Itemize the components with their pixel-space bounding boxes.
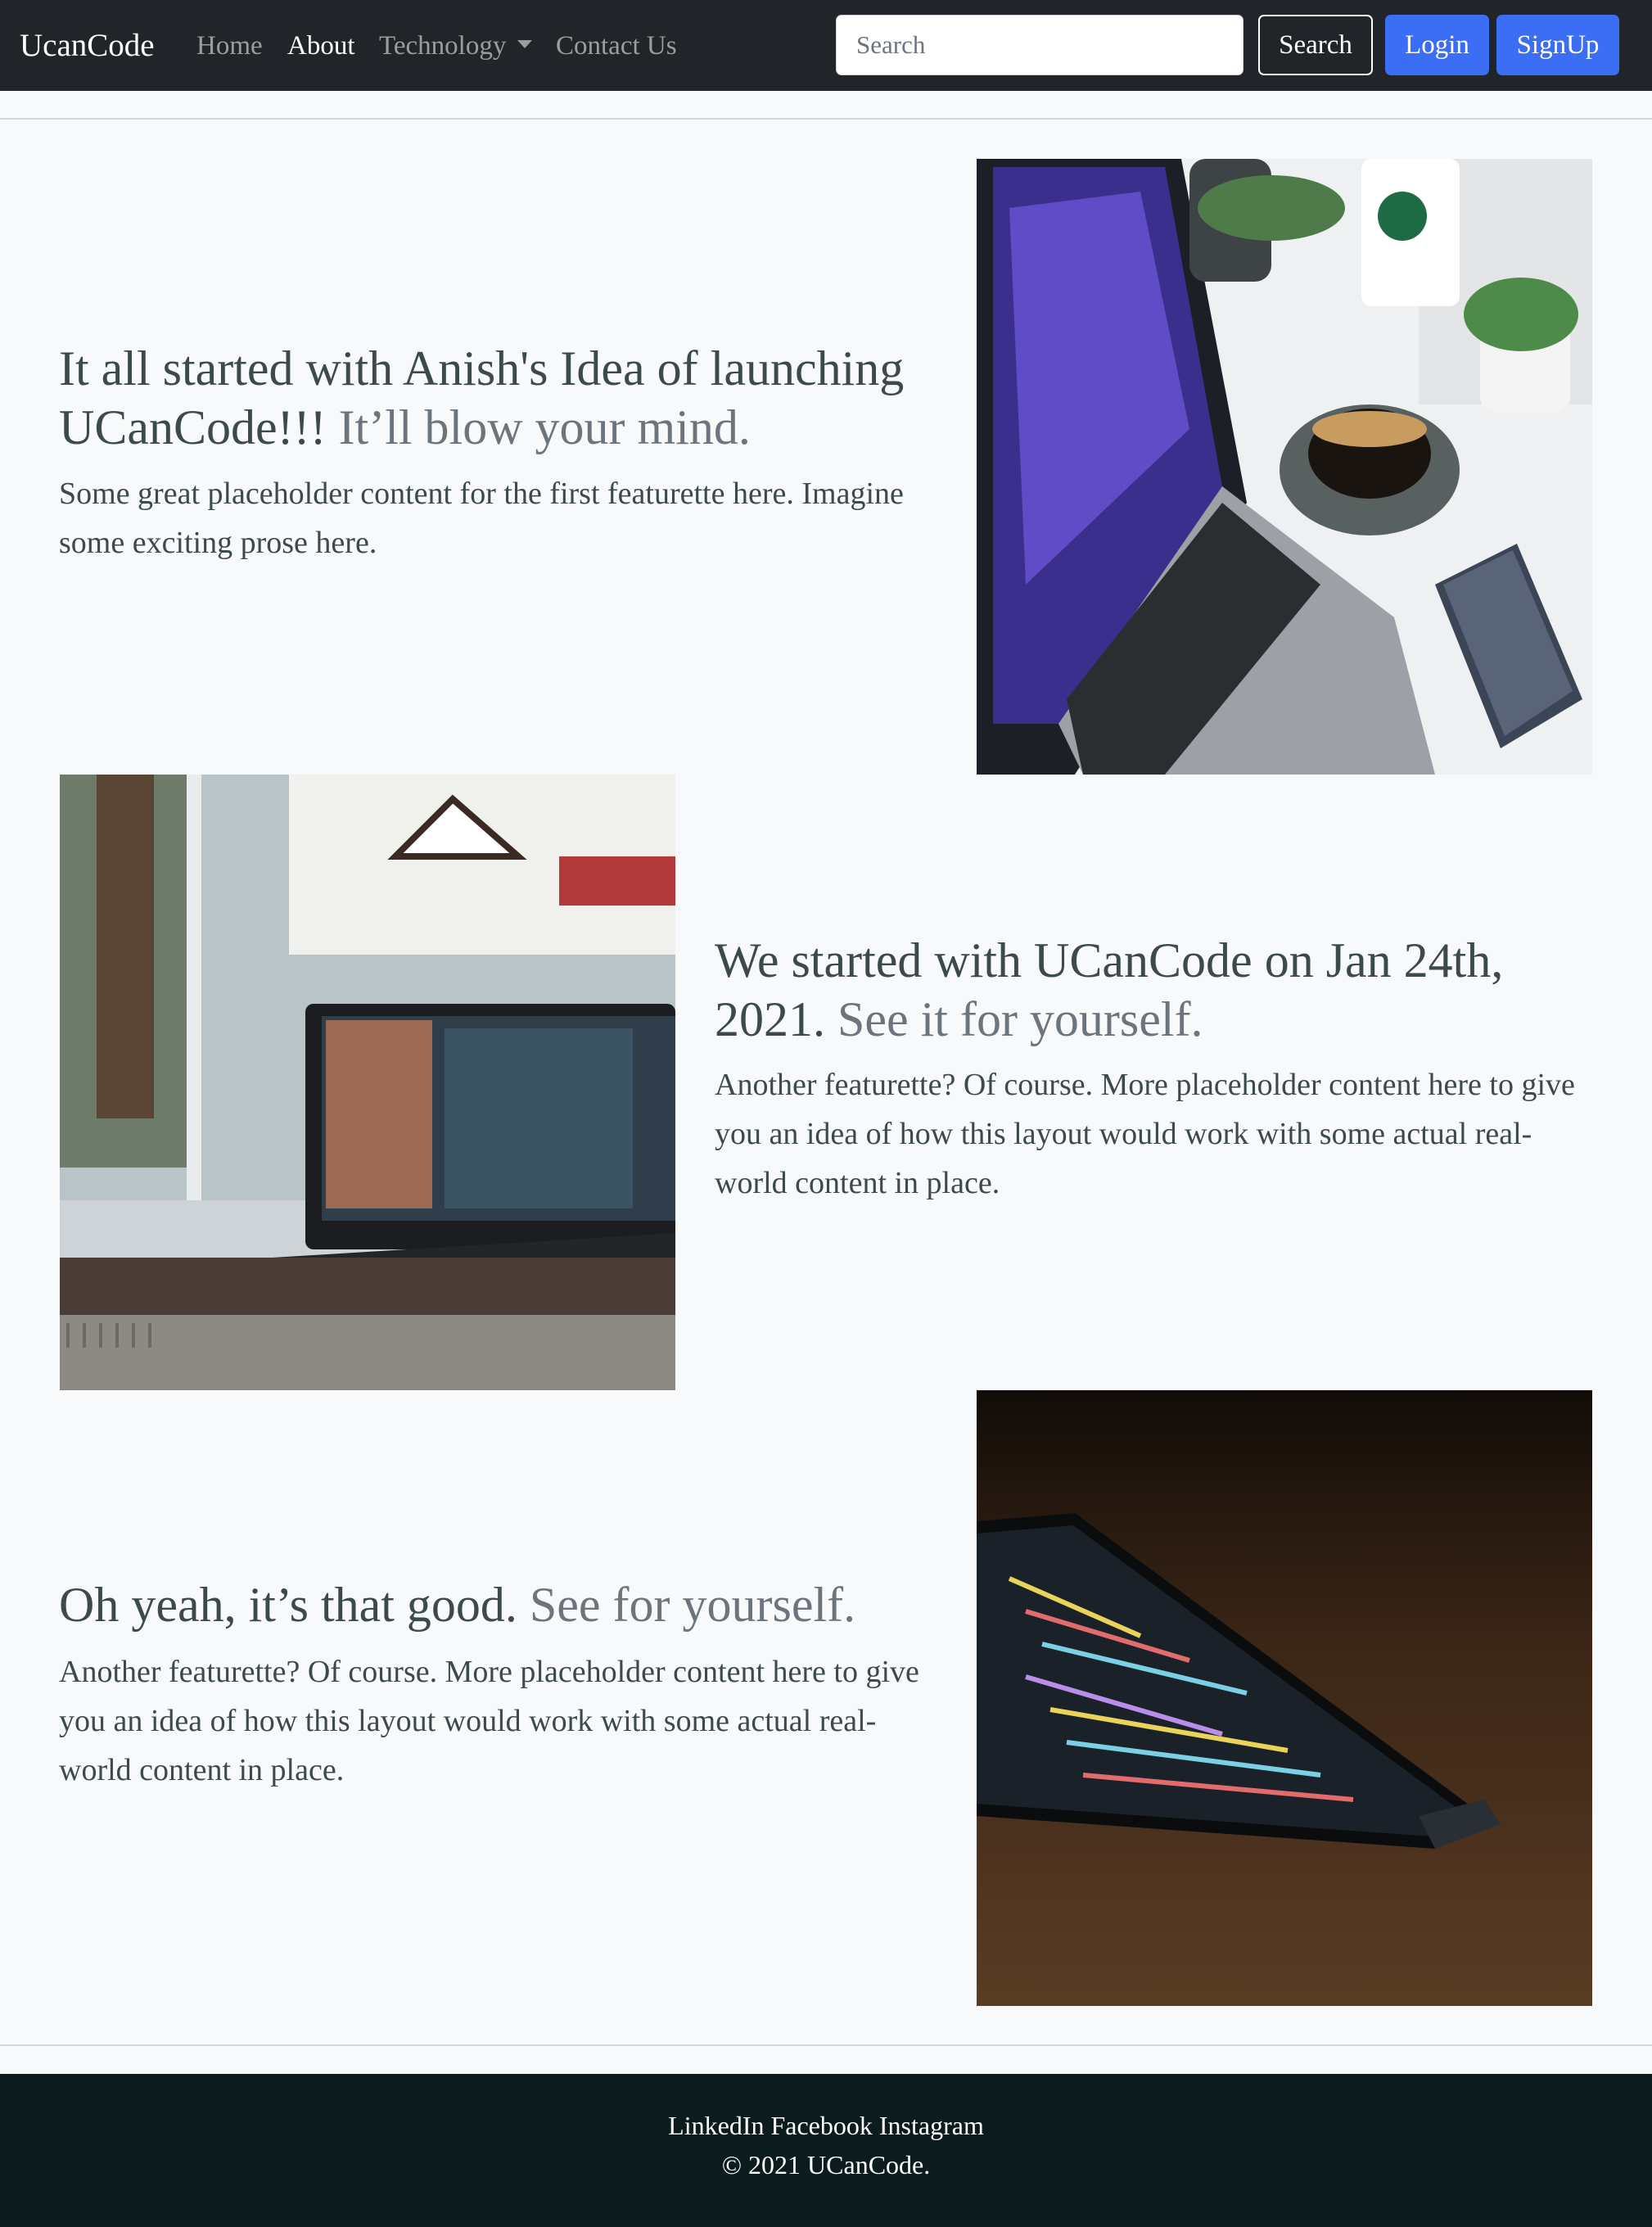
featurette-2-text: Another featurette? Of course. More plac… [715, 1068, 1575, 1200]
nav-home[interactable]: Home [196, 25, 263, 67]
nav-technology-label: Technology [379, 31, 507, 61]
social-links: LinkedIn Facebook Instagram [0, 2107, 1652, 2144]
login-button[interactable]: Login [1385, 15, 1489, 75]
featurette-3-title: Oh yeah, it’s that good. [59, 1578, 517, 1632]
nav-contact[interactable]: Contact Us [556, 25, 677, 67]
brand-logo[interactable]: UcanCode [20, 23, 155, 69]
featurette-1-subtitle: It’ll blow your mind. [338, 400, 751, 454]
caret-down-icon [517, 40, 533, 49]
divider [0, 2044, 1652, 2046]
search-input[interactable] [836, 15, 1244, 75]
featurette-3-text: Another featurette? Of course. More plac… [59, 1655, 919, 1787]
facebook-link[interactable]: Facebook [770, 2111, 872, 2140]
featurette-2-heading: We started with UCanCode on Jan 24th, 20… [715, 931, 1599, 1049]
footer: LinkedIn Facebook Instagram © 2021 UCanC… [0, 2074, 1652, 2227]
featurette-2-subtitle: See it for yourself. [837, 992, 1203, 1046]
featurette-2-image [60, 775, 675, 1390]
featurette-1-heading: It all started with Anish's Idea of laun… [59, 339, 943, 457]
featurette-3-image [977, 1390, 1592, 2006]
instagram-link[interactable]: Instagram [879, 2111, 984, 2140]
linkedin-link[interactable]: LinkedIn [668, 2111, 764, 2140]
featurette-3-subtitle: See for yourself. [529, 1578, 856, 1632]
search-button[interactable]: Search [1258, 15, 1373, 75]
navbar: UcanCode Home About Technology Contact U… [0, 0, 1652, 91]
signup-button[interactable]: SignUp [1496, 15, 1619, 75]
featurette-1-image [977, 159, 1592, 775]
divider [0, 118, 1652, 120]
copyright: © 2021 UCanCode. [721, 2150, 931, 2180]
nav-about[interactable]: About [287, 25, 355, 67]
featurette-1-text: Some great placeholder content for the f… [59, 477, 904, 560]
nav-technology-dropdown[interactable]: Technology [379, 25, 533, 67]
featurette-3-heading: Oh yeah, it’s that good. See for yoursel… [59, 1575, 959, 1634]
